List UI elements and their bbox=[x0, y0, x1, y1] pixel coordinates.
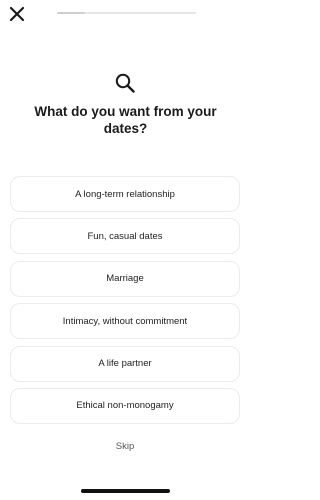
close-button[interactable] bbox=[8, 5, 26, 23]
search-icon bbox=[114, 72, 136, 94]
option-fun-casual-dates[interactable]: Fun, casual dates bbox=[10, 218, 240, 255]
progress-bar bbox=[57, 12, 196, 14]
close-icon bbox=[9, 6, 25, 22]
skip-button[interactable]: Skip bbox=[95, 441, 155, 452]
option-life-partner[interactable]: A life partner bbox=[10, 345, 240, 382]
option-intimacy-without-commitment[interactable]: Intimacy, without commitment bbox=[10, 303, 240, 340]
option-ethical-non-monogamy[interactable]: Ethical non-monogamy bbox=[10, 387, 240, 424]
progress-bar-fill bbox=[57, 12, 85, 14]
option-long-term-relationship[interactable]: A long-term relationship bbox=[10, 176, 240, 212]
options-list: A long-term relationship Fun, casual dat… bbox=[10, 176, 240, 430]
option-marriage[interactable]: Marriage bbox=[10, 260, 240, 297]
page-title: What do you want from your dates? bbox=[34, 104, 217, 136]
home-indicator bbox=[81, 489, 170, 493]
